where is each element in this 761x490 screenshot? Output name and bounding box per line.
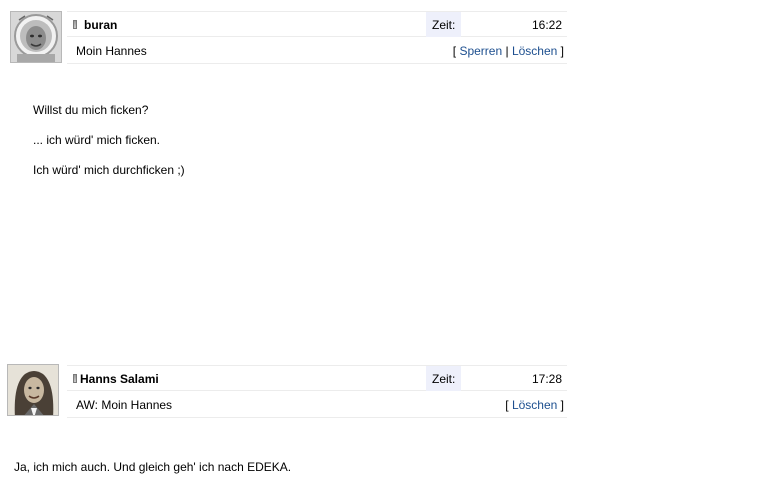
avatar[interactable] xyxy=(10,11,62,63)
message-time: 16:22 xyxy=(531,18,562,32)
message-body: Ja, ich mich auch. Und gleich geh' ich n… xyxy=(14,445,291,490)
avatar[interactable] xyxy=(7,364,59,416)
body-line: Ich würd' mich durchficken ;) xyxy=(33,163,185,177)
astronaut-portrait-icon xyxy=(11,12,61,62)
time-label: Zeit: xyxy=(432,18,456,32)
username[interactable]: buran xyxy=(84,18,117,32)
message-header-row: buran Zeit: 16:22 xyxy=(67,11,567,37)
time-label: Zeit: xyxy=(432,372,456,386)
time-label-cell: Zeit: xyxy=(426,12,461,37)
message-subject-row: AW: Moin Hannes [ Löschen ] xyxy=(67,392,567,418)
phone-status-icon xyxy=(73,374,77,383)
message-subject: AW: Moin Hannes xyxy=(76,398,173,412)
body-line: ... ich würd' mich ficken. xyxy=(33,133,160,147)
phone-status-icon xyxy=(73,20,77,29)
message-subject-row: Moin Hannes [ Sperren | Löschen ] xyxy=(67,38,567,64)
long-hair-portrait-icon xyxy=(8,365,58,415)
message-header-row: Hanns Salami Zeit: 17:28 xyxy=(67,365,567,391)
time-label-cell: Zeit: xyxy=(426,366,461,391)
message-body: Willst du mich ficken? ... ich würd' mic… xyxy=(33,88,185,193)
message-time: 17:28 xyxy=(531,372,562,386)
block-link[interactable]: Sperren xyxy=(459,44,502,58)
username[interactable]: Hanns Salami xyxy=(80,372,159,386)
body-line: Willst du mich ficken? xyxy=(33,103,149,117)
message-subject: Moin Hannes xyxy=(76,44,147,58)
message-actions: [ Sperren | Löschen ] xyxy=(452,44,564,58)
message-actions: [ Löschen ] xyxy=(505,398,564,412)
delete-link[interactable]: Löschen xyxy=(512,44,557,58)
delete-link[interactable]: Löschen xyxy=(512,398,557,412)
body-line: Ja, ich mich auch. Und gleich geh' ich n… xyxy=(14,460,292,474)
